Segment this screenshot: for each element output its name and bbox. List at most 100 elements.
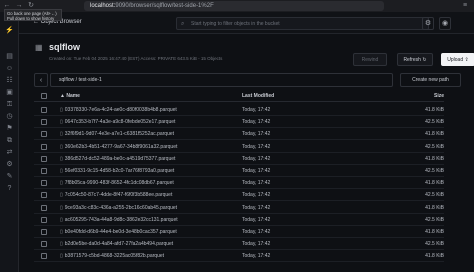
file-icon: ▯ <box>60 168 63 174</box>
row-checkbox[interactable] <box>41 155 47 162</box>
column-last-modified[interactable]: Last Modified <box>242 93 274 99</box>
object-name[interactable]: ▯ b3871579-c5bd-4868-3225ac05f82b.parquet <box>60 253 164 259</box>
object-name[interactable]: ▯ 0647c353-b7f7-4a3e-a9c8-0febde052e17.pa… <box>60 119 175 125</box>
row-checkbox[interactable] <box>41 204 47 211</box>
left-rail: ⚡ ▤ ☺ ☷ ▣ ⚿ ◷ ⚑ ⧉ ⇄ ⚙ ✎ ? <box>0 12 19 272</box>
table-row[interactable]: ▯ ac605295-743a-44a8-9d8c-3862e32cc131.pa… <box>34 214 444 226</box>
object-last-modified: Today, 17:42 <box>242 143 271 150</box>
object-name[interactable]: ▯ 7f8b05ca-9990-483f-8652-4fc1dc08db67.pa… <box>60 180 174 186</box>
column-name[interactable]: ▲ Name <box>60 93 80 99</box>
object-name[interactable]: ▯ 9ce93a3c-c83c-436a-a255-2bc16c60ab45.pa… <box>60 205 177 211</box>
object-size: 42.5 KiB <box>425 216 444 223</box>
settings-icon[interactable]: ⚙ <box>5 160 14 169</box>
table-row[interactable]: ▯ 0647c353-b7f7-4a3e-a9c8-0febde052e17.pa… <box>34 116 444 129</box>
docs-icon[interactable]: ? <box>5 184 14 193</box>
buckets-icon[interactable]: ▤ <box>5 52 14 61</box>
row-checkbox[interactable] <box>41 119 47 126</box>
logo-icon[interactable]: ⚡ <box>5 26 14 35</box>
row-checkbox[interactable] <box>41 216 47 223</box>
row-checkbox[interactable] <box>41 229 47 235</box>
object-size: 41.8 KiB <box>425 204 444 211</box>
object-name[interactable]: ▯ 56ef0331-9c15-4d58-b2c0-7ar76f8793a0.pa… <box>60 168 174 174</box>
browser-menu-icon[interactable]: ≡ <box>460 1 470 11</box>
object-name[interactable]: ▯ 7c054c50-87c7-4dde-8f47-f6f0f3b588ee.pa… <box>60 192 172 198</box>
object-last-modified: Today, 17:42 <box>242 155 271 162</box>
row-checkbox[interactable] <box>41 253 47 260</box>
create-new-path-button[interactable]: Create new path <box>400 73 461 87</box>
policy-icon[interactable]: ▣ <box>5 88 14 97</box>
object-name-label: 7c054c50-87c7-4dde-8f47-f6f0f3b588ee.par… <box>64 192 173 199</box>
object-last-modified: Today, 17:42 <box>242 253 271 260</box>
groups-icon[interactable]: ☷ <box>5 76 14 85</box>
object-last-modified: Today, 17:42 <box>242 229 271 235</box>
file-icon: ▯ <box>60 216 63 223</box>
table-row[interactable]: ▯ 386d527d-dc52-489a-be0c-a4519d75377.par… <box>34 153 444 165</box>
object-name-label: 386d527d-dc52-489a-be0c-a4519d75377.parq… <box>64 155 176 162</box>
table-row[interactable]: ▯ b0e40fdd-d6b9-44e4-be0d-3e48b0cac357.pa… <box>34 226 444 238</box>
identity-icon[interactable]: ⚿ <box>5 100 14 109</box>
object-size: 42.5 KiB <box>425 168 444 174</box>
column-size[interactable]: Size <box>434 93 444 99</box>
table-row[interactable]: ▯ 7f8b05ca-9990-483f-8652-4fc1dc08db67.pa… <box>34 177 444 190</box>
object-last-modified: Today, 17:42 <box>242 216 271 223</box>
object-name[interactable]: ▯ b2d0e5be-da0d-4a84-afd7-27fa2a4b494.par… <box>60 241 173 247</box>
table-row[interactable]: ▯ 03378330-7e6a-4c24-ae0c-d80f0038b4b8.pa… <box>34 104 444 116</box>
users-icon[interactable]: ☺ <box>5 64 14 73</box>
search-input[interactable]: ⌕ Start typing to filter objects in the … <box>176 17 429 30</box>
user-menu-button[interactable]: ◉ <box>439 17 451 30</box>
row-checkbox[interactable] <box>41 192 47 199</box>
object-last-modified: Today, 17:42 <box>242 119 271 126</box>
row-checkbox[interactable] <box>41 143 47 150</box>
object-last-modified: Today, 17:42 <box>242 192 271 199</box>
rewind-button[interactable]: Rewind <box>353 53 387 66</box>
row-checkbox[interactable] <box>41 241 47 248</box>
object-name[interactable]: ▯ 32f6f9d1-9d07-4e3e-a7e1-c6381f5252ac.pa… <box>60 131 174 137</box>
settings-button[interactable]: ⚙ <box>422 17 434 30</box>
upload-button[interactable]: Upload ⇪ <box>441 53 474 66</box>
file-icon: ▯ <box>60 119 63 126</box>
object-name-label: 56ef0331-9c15-4d58-b2c0-7ar76f8793a0.par… <box>64 168 175 174</box>
object-last-modified: Today, 17:42 <box>242 204 271 211</box>
url-bar[interactable]: localhost:9090/browser/sqlflow/test-side… <box>84 1 384 11</box>
row-checkbox[interactable] <box>41 107 47 113</box>
top-bar: ← Object Browser ⌕ Start typing to filte… <box>19 12 474 34</box>
object-name[interactable]: ▯ ac605295-743a-44a8-9d8c-3862e32cc131.pa… <box>60 217 178 223</box>
object-name-label: 32f6f9d1-9d07-4e3e-a7e1-c6381f5252ac.par… <box>64 131 175 138</box>
object-name[interactable]: ▯ 03378330-7e6a-4c24-ae0c-d80f0038b4b8.pa… <box>60 107 177 113</box>
search-placeholder: Start typing to filter objects in the bu… <box>191 21 280 27</box>
refresh-label: Refresh <box>403 57 421 63</box>
replication-icon[interactable]: ⇄ <box>5 148 14 157</box>
object-name-label: 03378330-7e6a-4c24-ae0c-d80f0038b4b8.par… <box>64 107 177 113</box>
breadcrumb[interactable]: sqlflow / test-side-1 <box>50 73 393 87</box>
monitoring-icon[interactable]: ◷ <box>5 112 14 121</box>
table-row[interactable]: ▯ 32f6f9d1-9d07-4e3e-a7e1-c6381f5252ac.pa… <box>34 128 444 141</box>
row-checkbox[interactable] <box>41 131 47 138</box>
object-size: 41.8 KiB <box>425 155 444 162</box>
object-name[interactable]: ▯ 360e62b3-4b51-4277-9a67-34b8f9061a32.pa… <box>60 144 177 150</box>
object-last-modified: Today, 17:42 <box>242 180 271 187</box>
events-icon[interactable]: ⚑ <box>5 124 14 133</box>
table-row[interactable]: ▯ 56ef0331-9c15-4d58-b2c0-7ar76f8793a0.pa… <box>34 165 444 177</box>
object-size: 41.8 KiB <box>425 253 444 260</box>
object-name-label: b3871579-c5bd-4868-3225ac05f82b.parquet <box>64 253 165 260</box>
object-last-modified: Today, 17:42 <box>242 131 271 138</box>
object-name[interactable]: ▯ b0e40fdd-d6b9-44e4-be0d-3e48b0cac357.pa… <box>60 229 177 235</box>
file-icon: ▯ <box>60 229 63 235</box>
select-all-checkbox[interactable] <box>41 93 47 99</box>
object-name-label: 0647c353-b7f7-4a3e-a9c8-0febde052e17.par… <box>64 119 176 126</box>
tiers-icon[interactable]: ⧉ <box>5 136 14 145</box>
license-icon[interactable]: ✎ <box>5 172 14 181</box>
table-row[interactable]: ▯ 9ce93a3c-c83c-436a-a255-2bc16c60ab45.pa… <box>34 202 444 214</box>
object-size: 42.5 KiB <box>425 119 444 126</box>
path-back-icon[interactable]: ‹ <box>34 73 48 87</box>
table-row[interactable]: ▯ b2d0e5be-da0d-4a84-afd7-27fa2a4b494.par… <box>34 238 444 251</box>
row-checkbox[interactable] <box>41 180 47 187</box>
file-icon: ▯ <box>60 253 63 260</box>
table-row[interactable]: ▯ b3871579-c5bd-4868-3225ac05f82b.parquet… <box>34 250 444 263</box>
url-host: localhost: <box>90 3 116 9</box>
object-name[interactable]: ▯ 386d527d-dc52-489a-be0c-a4519d75377.par… <box>60 156 175 162</box>
refresh-button[interactable]: Refresh ↻ <box>397 53 433 66</box>
table-row[interactable]: ▯ 7c054c50-87c7-4dde-8f47-f6f0f3b588ee.pa… <box>34 189 444 202</box>
row-checkbox[interactable] <box>41 168 47 174</box>
table-row[interactable]: ▯ 360e62b3-4b51-4277-9a67-34b8f9061a32.pa… <box>34 141 444 153</box>
